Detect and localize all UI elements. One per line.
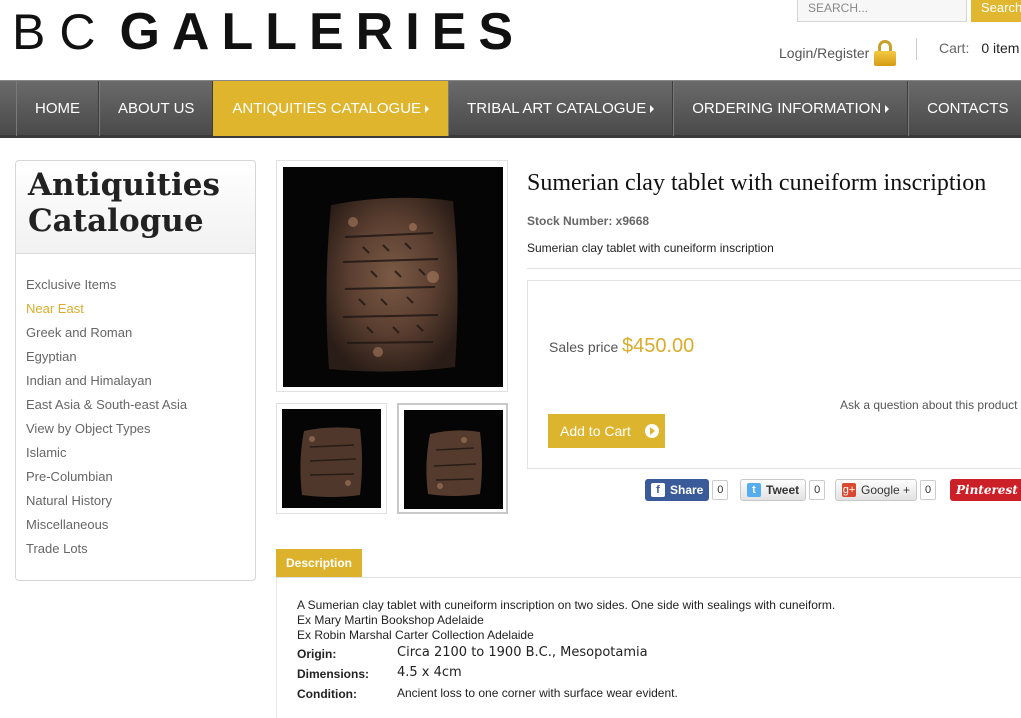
product-thumbnail-2[interactable] <box>397 403 508 514</box>
clay-tablet-thumb-photo <box>404 410 503 509</box>
price-label: Sales price <box>549 339 619 355</box>
facebook-icon: f <box>651 483 665 497</box>
description-divider <box>276 577 1021 578</box>
stock-number: Stock Number: x9668 <box>527 214 650 228</box>
caret-right-icon <box>885 104 890 113</box>
twitter-tweet: t Tweet 0 <box>740 478 826 502</box>
tab-description[interactable]: Description <box>276 549 362 577</box>
search-input[interactable]: SEARCH... <box>797 0 967 22</box>
main-nav: HOME ABOUT US ANTIQUITIES CATALOGUE TRIB… <box>0 80 1021 138</box>
caret-right-icon <box>425 104 430 113</box>
price-value: $450.00 <box>622 335 695 357</box>
facebook-share-button[interactable]: f Share <box>645 479 710 501</box>
product-short-description: Sumerian clay tablet with cuneiform insc… <box>527 241 774 255</box>
login-register-link[interactable]: Login/Register <box>779 40 897 66</box>
add-to-cart-label: Add to Cart <box>560 423 631 439</box>
category-list: Exclusive Items Near East Greek and Roma… <box>16 254 255 563</box>
category-item[interactable]: Egyptian <box>26 347 245 371</box>
logo-galleries: GALLERIES <box>119 3 526 61</box>
nav-contacts-label: CONTACTS <box>927 100 1009 117</box>
price-panel: Sales price $450.00 Ask a question about… <box>527 280 1021 469</box>
product-main-image[interactable] <box>276 160 508 392</box>
category-item-active[interactable]: Near East <box>26 299 245 323</box>
nav-ordering-label: ORDERING INFORMATION <box>692 100 882 117</box>
category-item[interactable]: Miscellaneous <box>26 515 245 539</box>
nav-home-label: HOME <box>35 100 80 117</box>
pinterest-button[interactable]: Pinterest <box>950 479 1021 501</box>
condition-label: Condition: <box>297 687 357 701</box>
nav-contacts[interactable]: CONTACTS <box>908 81 1021 136</box>
category-item[interactable]: Islamic <box>26 443 245 467</box>
nav-antiquities-catalogue[interactable]: ANTIQUITIES CATALOGUE <box>213 81 449 136</box>
tweet-button[interactable]: t Tweet <box>740 479 807 501</box>
category-item[interactable]: Greek and Roman <box>26 323 245 347</box>
category-item[interactable]: Pre-Columbian <box>26 467 245 491</box>
dimensions-value: 4.5 x 4cm <box>397 665 462 680</box>
category-item[interactable]: Exclusive Items <box>26 275 245 299</box>
category-item[interactable]: East Asia & South-east Asia <box>26 395 245 419</box>
category-item[interactable]: View by Object Types <box>26 419 245 443</box>
search-button[interactable]: Search <box>971 0 1021 22</box>
cart-summary[interactable]: Cart: 0 item <box>939 40 1019 56</box>
facebook-share-label: Share <box>670 483 704 497</box>
description-line: A Sumerian clay tablet with cuneiform in… <box>297 598 836 612</box>
logo-bc: BC <box>12 4 110 60</box>
product-thumbnail-1[interactable] <box>276 403 387 514</box>
cart-count: 0 item <box>981 40 1020 56</box>
sidebar-header: Antiquities Catalogue <box>16 161 255 254</box>
tweet-label: Tweet <box>766 483 800 497</box>
login-label: Login/Register <box>779 45 870 61</box>
site-logo[interactable]: BC GALLERIES <box>12 2 525 62</box>
twitter-bird-icon: t <box>747 483 761 497</box>
nav-home[interactable]: HOME <box>16 81 99 136</box>
category-item[interactable]: Natural History <box>26 491 245 515</box>
google-plus-count: 0 <box>920 480 937 500</box>
nav-tribal-art-catalogue[interactable]: TRIBAL ART CATALOGUE <box>448 81 674 136</box>
google-plus-button[interactable]: g+ Google + <box>835 479 918 501</box>
description-line: Ex Robin Marshal Carter Collection Adela… <box>297 628 534 642</box>
lock-icon <box>873 40 897 66</box>
product-title: Sumerian clay tablet with cuneiform insc… <box>527 170 987 196</box>
sidebar-title-line2: Catalogue <box>28 203 204 239</box>
category-item[interactable]: Indian and Himalayan <box>26 371 245 395</box>
facebook-share: f Share 0 <box>645 478 729 502</box>
divider <box>527 268 1021 269</box>
google-plus-label: Google + <box>861 483 911 497</box>
nav-tribal-label: TRIBAL ART CATALOGUE <box>467 100 647 117</box>
category-item[interactable]: Trade Lots <box>26 539 245 563</box>
tweet-count: 0 <box>809 480 826 500</box>
nav-about-us[interactable]: ABOUT US <box>99 81 214 136</box>
facebook-share-count: 0 <box>712 480 729 500</box>
origin-label: Origin: <box>297 647 337 661</box>
sidebar-title-line1: Antiquities <box>28 167 220 203</box>
description-line: Ex Mary Martin Bookshop Adelaide <box>297 613 484 627</box>
caret-right-icon <box>650 104 655 113</box>
clay-tablet-thumb-photo <box>282 409 381 508</box>
condition-value: Ancient loss to one corner with surface … <box>397 686 678 700</box>
category-sidebar: Antiquities Catalogue Exclusive Items Ne… <box>15 160 256 581</box>
nav-about-label: ABOUT US <box>118 100 195 117</box>
nav-antiquities-label: ANTIQUITIES CATALOGUE <box>232 100 422 117</box>
ask-question-link[interactable]: Ask a question about this product <box>840 398 1017 412</box>
header-divider <box>916 38 917 60</box>
google-plus: g+ Google + 0 <box>835 478 937 502</box>
add-to-cart-button[interactable]: Add to Cart <box>548 414 665 448</box>
nav-ordering-information[interactable]: ORDERING INFORMATION <box>673 81 909 136</box>
origin-value: Circa 2100 to 1900 B.C., Mesopotamia <box>397 645 648 660</box>
cart-label: Cart: <box>939 40 970 56</box>
dimensions-label: Dimensions: <box>297 667 370 681</box>
clay-tablet-photo <box>283 167 503 387</box>
pinterest-pin: Pinterest <box>950 478 1021 502</box>
arrow-right-circle-icon <box>644 424 659 438</box>
site-header: BC GALLERIES SEARCH... Search Login/Regis… <box>0 0 1021 80</box>
google-plus-icon: g+ <box>842 483 856 497</box>
